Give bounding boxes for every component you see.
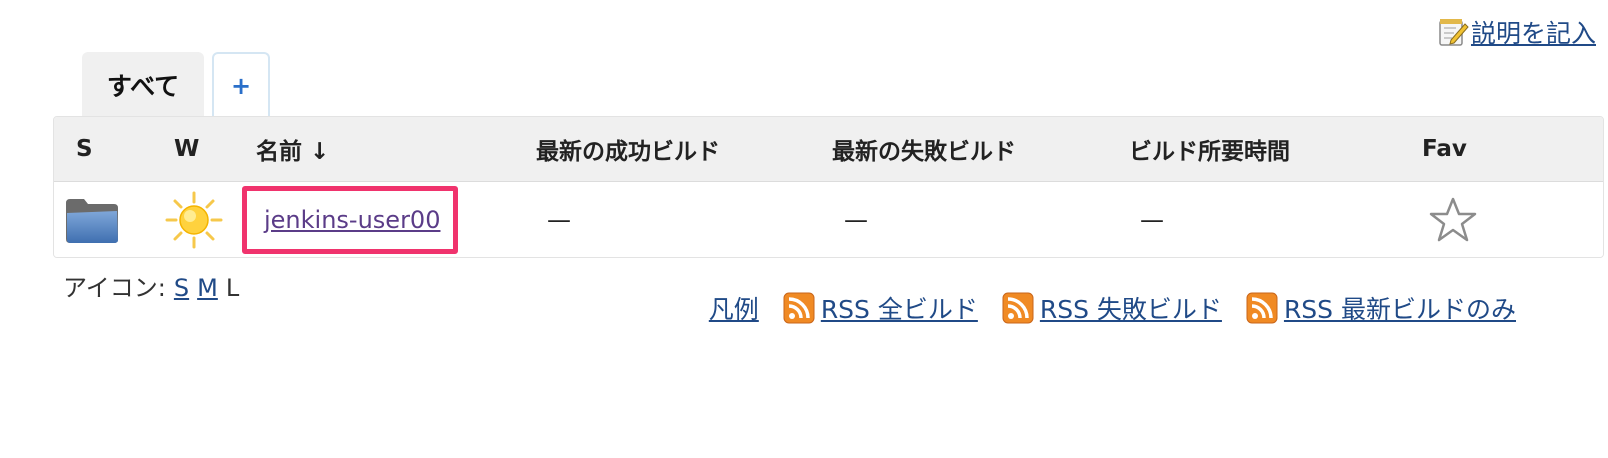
icon-size-s[interactable]: S bbox=[174, 274, 189, 302]
job-link[interactable]: jenkins-user00 bbox=[264, 206, 440, 234]
jenkins-dashboard: 説明を記入 すべて + S W 名前 ↓ 最新の成功ビルド 最新の失敗ビルド ビ… bbox=[0, 0, 1608, 458]
folder-icon bbox=[66, 198, 118, 243]
last-failure-cell: — bbox=[844, 205, 868, 234]
fav-cell bbox=[1429, 182, 1477, 257]
last-duration-cell: — bbox=[1140, 205, 1164, 234]
sun-icon bbox=[165, 191, 223, 248]
footer-links: 凡例 RSS 全ビルド RSS 失敗ビルド RSS 最新ビルドのみ bbox=[709, 290, 1516, 326]
rss-icon bbox=[1246, 292, 1278, 324]
add-description-link[interactable]: 説明を記入 bbox=[1471, 14, 1596, 50]
column-header-last-success[interactable]: 最新の成功ビルド bbox=[536, 117, 720, 181]
column-header-name[interactable]: 名前 ↓ bbox=[256, 117, 329, 181]
rss-icon bbox=[783, 292, 815, 324]
job-highlight-box: jenkins-user00 bbox=[242, 185, 458, 254]
icon-size-m[interactable]: M bbox=[197, 274, 218, 302]
table-header: S W 名前 ↓ 最新の成功ビルド 最新の失敗ビルド ビルド所要時間 Fav bbox=[54, 117, 1603, 182]
add-view-tab[interactable]: + bbox=[212, 52, 270, 118]
rss-failed-item: RSS 失敗ビルド bbox=[1002, 290, 1222, 326]
rss-failed-link[interactable]: RSS 失敗ビルド bbox=[1040, 290, 1222, 326]
rss-icon bbox=[1002, 292, 1034, 324]
star-outline-icon[interactable] bbox=[1429, 196, 1477, 244]
notepad-icon bbox=[1439, 19, 1469, 46]
status-cell bbox=[64, 182, 120, 257]
column-header-status[interactable]: S bbox=[76, 117, 93, 181]
column-header-last-failure[interactable]: 最新の失敗ビルド bbox=[832, 117, 1016, 181]
icon-size-selector: アイコン: S M L bbox=[63, 268, 239, 303]
rss-all-item: RSS 全ビルド bbox=[783, 290, 978, 326]
table-row: jenkins-user00 — — — bbox=[54, 182, 1603, 257]
view-tabs: すべて + bbox=[82, 52, 270, 118]
add-description: 説明を記入 bbox=[1437, 14, 1596, 50]
column-header-last-duration[interactable]: ビルド所要時間 bbox=[1129, 117, 1290, 181]
column-header-fav[interactable]: Fav bbox=[1422, 117, 1467, 181]
rss-latest-link[interactable]: RSS 最新ビルドのみ bbox=[1284, 290, 1516, 326]
last-success-cell: — bbox=[547, 205, 571, 234]
column-header-weather[interactable]: W bbox=[174, 117, 199, 181]
icon-size-l: L bbox=[225, 274, 240, 302]
jobs-table: S W 名前 ↓ 最新の成功ビルド 最新の失敗ビルド ビルド所要時間 Fav j… bbox=[53, 116, 1604, 258]
icon-size-label: アイコン: bbox=[63, 274, 166, 302]
rss-latest-item: RSS 最新ビルドのみ bbox=[1246, 290, 1516, 326]
rss-all-link[interactable]: RSS 全ビルド bbox=[821, 290, 978, 326]
weather-cell bbox=[164, 182, 224, 257]
name-cell: jenkins-user00 bbox=[242, 182, 458, 257]
tab-all[interactable]: すべて bbox=[82, 52, 204, 118]
legend-link[interactable]: 凡例 bbox=[709, 290, 759, 326]
